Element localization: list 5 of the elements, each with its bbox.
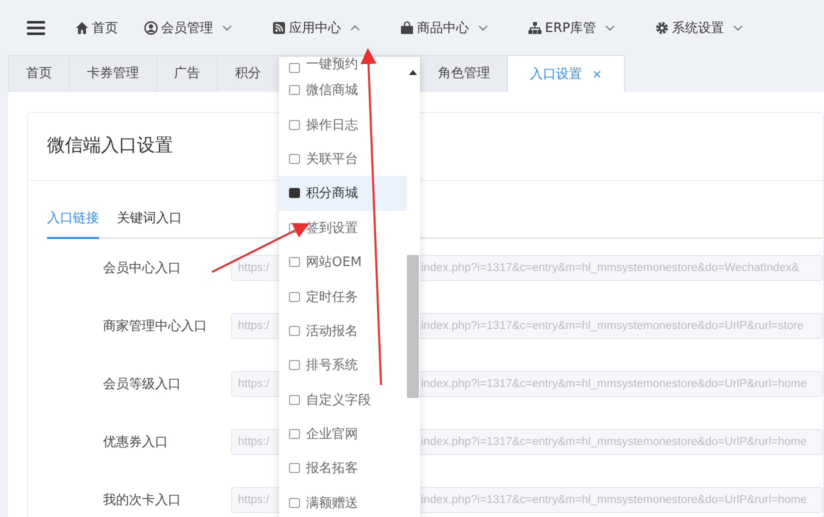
- field-label: 优惠券入口: [103, 434, 169, 451]
- field-label: 会员中心入口: [103, 260, 182, 277]
- field-label: 我的次卡入口: [103, 492, 182, 509]
- field-label: 商家管理中心入口: [103, 318, 208, 335]
- field-label: 会员等级入口: [103, 376, 182, 393]
